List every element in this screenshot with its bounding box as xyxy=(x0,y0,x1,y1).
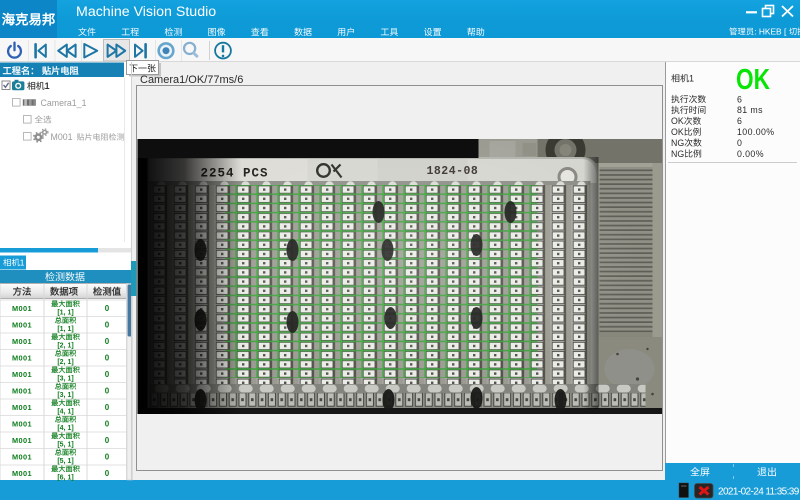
svg-text:[6, 1]: [6, 1] xyxy=(57,474,73,481)
svg-text:OK: OK xyxy=(736,64,770,96)
svg-text:Machine Vision Studio: Machine Vision Studio xyxy=(76,4,216,20)
svg-text:NG: NG xyxy=(671,138,684,148)
svg-text:0: 0 xyxy=(105,370,110,379)
svg-text:0: 0 xyxy=(105,469,110,478)
svg-text:0.00%: 0.00% xyxy=(737,149,764,159)
svg-text:[5, 1]: [5, 1] xyxy=(57,458,73,465)
svg-text:M001: M001 xyxy=(12,452,32,461)
svg-text:0: 0 xyxy=(105,436,110,445)
svg-text:[5, 1]: [5, 1] xyxy=(57,441,73,448)
svg-text:M001: M001 xyxy=(12,469,32,478)
svg-text:0: 0 xyxy=(105,321,110,330)
svg-text:M001: M001 xyxy=(12,337,32,346)
svg-text:[4, 1]: [4, 1] xyxy=(57,425,73,432)
svg-text:[3, 1]: [3, 1] xyxy=(57,392,73,399)
svg-text:M001: M001 xyxy=(12,419,32,428)
svg-text:OK: OK xyxy=(671,127,684,137)
svg-text:[2, 1]: [2, 1] xyxy=(57,359,73,366)
svg-text:6: 6 xyxy=(737,94,742,104)
svg-text:M001: M001 xyxy=(12,386,32,395)
svg-text:Camera1_1: Camera1_1 xyxy=(41,98,87,108)
svg-text:NG: NG xyxy=(671,149,684,159)
svg-text:M001: M001 xyxy=(51,132,73,142)
svg-text:M001: M001 xyxy=(12,304,32,313)
svg-text:[2, 1]: [2, 1] xyxy=(57,342,73,349)
svg-text:1: 1 xyxy=(689,74,694,84)
svg-text:2021-02-24 11:35:39: 2021-02-24 11:35:39 xyxy=(718,487,800,498)
svg-text:0: 0 xyxy=(105,337,110,346)
svg-text:[4, 1]: [4, 1] xyxy=(57,408,73,415)
svg-text:1: 1 xyxy=(20,258,25,268)
svg-text:0: 0 xyxy=(105,387,110,396)
svg-text:M001: M001 xyxy=(12,370,32,379)
svg-text:0: 0 xyxy=(105,403,110,412)
svg-text:1: 1 xyxy=(45,81,50,91)
svg-text:[3, 1]: [3, 1] xyxy=(57,375,73,382)
svg-text:M001: M001 xyxy=(12,403,32,412)
svg-text:M001: M001 xyxy=(12,436,32,445)
svg-text:M001: M001 xyxy=(12,353,32,362)
svg-text:100.00%: 100.00% xyxy=(737,127,775,137)
svg-text:6: 6 xyxy=(737,116,742,126)
svg-text:[1, 1]: [1, 1] xyxy=(57,326,73,333)
svg-text:M001: M001 xyxy=(12,320,32,329)
svg-text:81 ms: 81 ms xyxy=(737,105,763,115)
svg-text:0: 0 xyxy=(105,354,110,363)
svg-text:0: 0 xyxy=(105,453,110,462)
svg-text:[1, 1]: [1, 1] xyxy=(57,309,73,316)
svg-text:0: 0 xyxy=(105,304,110,313)
svg-text:0: 0 xyxy=(105,420,110,429)
svg-text:OK: OK xyxy=(671,116,684,126)
svg-text:Camera1/OK/77ms/6: Camera1/OK/77ms/6 xyxy=(140,74,243,86)
svg-text:: HKEB [: : HKEB [ xyxy=(754,27,787,37)
svg-text:0: 0 xyxy=(737,138,742,148)
